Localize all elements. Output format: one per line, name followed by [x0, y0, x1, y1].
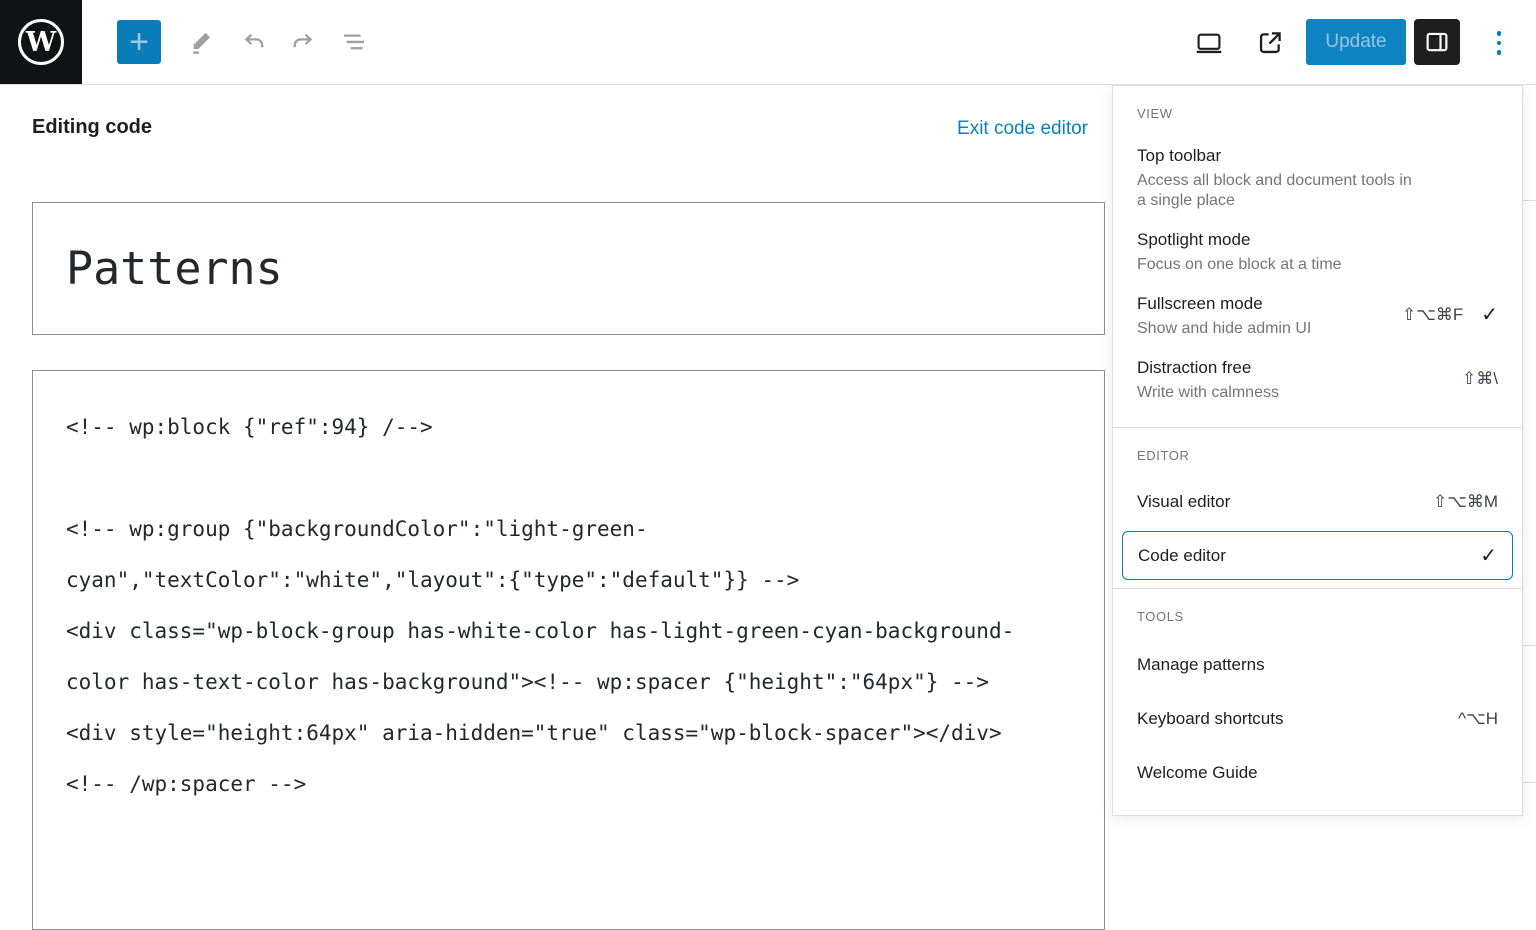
- code-editor-textarea[interactable]: <!-- wp:block {"ref":94} /--> <!-- wp:gr…: [32, 370, 1105, 930]
- menu-item-text: Code editor: [1138, 543, 1226, 569]
- check-icon: ✓: [1481, 304, 1498, 326]
- behind-panel-divider: [1523, 645, 1536, 646]
- menu-item-fullscreen-mode[interactable]: Fullscreen mode Show and hide admin UI ⇧⌥⌘…: [1113, 283, 1522, 347]
- menu-item-visual-editor[interactable]: Visual editor ⇧⌥⌘M: [1113, 477, 1522, 527]
- menu-item-label: Distraction free: [1137, 358, 1252, 377]
- menu-item-label: Welcome Guide: [1137, 763, 1258, 782]
- menu-item-code-editor[interactable]: Code editor ✓: [1122, 531, 1513, 580]
- menu-item-label: Manage patterns: [1137, 655, 1265, 674]
- pencil-icon: [193, 32, 210, 54]
- options-menu: VIEW Top toolbar Access all block and docu…: [1112, 85, 1523, 816]
- options-menu-button[interactable]: [1486, 24, 1512, 62]
- code-line: <!-- /wp:spacer -->: [66, 772, 307, 796]
- editing-code-heading: Editing code: [32, 116, 152, 138]
- post-title-text: Patterns: [66, 242, 283, 295]
- list-view-icon: [344, 34, 364, 50]
- keyboard-shortcut: ⇧⌥⌘F: [1402, 305, 1464, 324]
- settings-panel-toggle[interactable]: [1414, 19, 1460, 65]
- menu-item-text: Top toolbar Access all block and document…: [1137, 143, 1422, 211]
- code-line: cyan","textColor":"white","layout":{"typ…: [66, 568, 800, 592]
- menu-item-label: Visual editor: [1137, 492, 1231, 511]
- menu-section-label: EDITOR: [1137, 448, 1190, 463]
- menu-item-label: Spotlight mode: [1137, 230, 1251, 249]
- menu-item-label: Top toolbar: [1137, 146, 1222, 165]
- behind-panel-divider: [1523, 782, 1536, 783]
- menu-item-help: Write with calmness: [1137, 384, 1279, 401]
- block-inserter-button[interactable]: +: [117, 20, 161, 64]
- keyboard-shortcut: ⇧⌘\: [1462, 369, 1498, 388]
- code-line: <div style="height:64px" aria-hidden="tr…: [66, 721, 1002, 745]
- kebab-icon: [1496, 31, 1502, 36]
- sidebar-icon: [1426, 32, 1448, 52]
- update-button[interactable]: Update: [1306, 19, 1406, 65]
- menu-item-meta: ⇧⌥⌘M: [1433, 492, 1498, 512]
- menu-item-meta: ✓: [1480, 546, 1497, 566]
- menu-item-meta: ^⌥H: [1458, 709, 1498, 729]
- menu-item-keyboard-shortcuts[interactable]: Keyboard shortcuts ^⌥H: [1113, 692, 1522, 746]
- keyboard-shortcut: ^⌥H: [1458, 709, 1498, 728]
- menu-item-text: Fullscreen mode Show and hide admin UI: [1137, 291, 1311, 339]
- menu-item-help: Access all block and document tools in a…: [1137, 172, 1412, 209]
- menu-item-text: Manage patterns: [1137, 652, 1265, 678]
- menu-item-meta: ⇧⌥⌘F ✓: [1402, 305, 1498, 325]
- check-icon: ✓: [1480, 544, 1497, 567]
- exit-code-editor-link[interactable]: Exit code editor: [957, 118, 1088, 140]
- menu-item-text: Distraction free Write with calmness: [1137, 355, 1279, 403]
- code-line: <div class="wp-block-group has-white-col…: [66, 619, 1015, 643]
- menu-group-view: VIEW Top toolbar Access all block and docu…: [1113, 86, 1522, 427]
- menu-item-text: Spotlight mode Focus on one block at a ti…: [1137, 227, 1342, 275]
- redo-icon: [293, 33, 313, 48]
- menu-item-label: Code editor: [1138, 545, 1226, 565]
- behind-panel-divider: [1523, 200, 1536, 201]
- menu-section-label: VIEW: [1137, 106, 1173, 121]
- menu-item-text: Keyboard shortcuts: [1137, 706, 1283, 732]
- view-post-button[interactable]: [1251, 24, 1289, 62]
- code-line: color has-text-color has-background"><!-…: [66, 670, 989, 694]
- menu-group-tools: TOOLS Manage patterns Keyboard shortcuts ^⌥…: [1113, 588, 1522, 815]
- undo-button[interactable]: [234, 24, 272, 62]
- menu-item-meta: ⇧⌘\: [1462, 369, 1498, 389]
- menu-item-text: Welcome Guide: [1137, 760, 1258, 786]
- menu-group-editor: EDITOR Visual editor ⇧⌥⌘M Code editor ✓: [1113, 427, 1522, 588]
- menu-item-top-toolbar[interactable]: Top toolbar Access all block and document…: [1113, 135, 1522, 219]
- undo-icon: [244, 33, 264, 48]
- external-link-icon: [1259, 32, 1281, 54]
- preview-button[interactable]: [1190, 24, 1228, 62]
- laptop-icon: [1196, 33, 1222, 54]
- list-view-button[interactable]: [335, 24, 373, 62]
- menu-item-text: Visual editor: [1137, 489, 1230, 515]
- menu-item-manage-patterns[interactable]: Manage patterns: [1113, 638, 1522, 692]
- wordpress-logo-icon: W: [18, 19, 64, 65]
- menu-item-distraction-free[interactable]: Distraction free Write with calmness ⇧⌘\: [1113, 347, 1522, 411]
- menu-item-label: Keyboard shortcuts: [1137, 709, 1284, 728]
- post-title-field[interactable]: Patterns: [32, 202, 1105, 335]
- tools-button[interactable]: [183, 24, 221, 62]
- menu-item-spotlight-mode[interactable]: Spotlight mode Focus on one block at a ti…: [1113, 219, 1522, 283]
- code-line: <!-- wp:block {"ref":94} /-->: [66, 415, 433, 439]
- plus-icon: +: [129, 23, 149, 61]
- keyboard-shortcut: ⇧⌥⌘M: [1433, 492, 1498, 511]
- editor-toolbar: W + Update: [0, 0, 1536, 85]
- code-line: <!-- wp:group {"backgroundColor":"light-…: [66, 517, 648, 541]
- wordpress-menu-tile[interactable]: W: [0, 0, 82, 84]
- menu-item-welcome-guide[interactable]: Welcome Guide: [1113, 746, 1522, 800]
- menu-item-help: Focus on one block at a time: [1137, 256, 1342, 273]
- redo-button[interactable]: [285, 24, 323, 62]
- menu-section-label: TOOLS: [1137, 609, 1184, 624]
- menu-item-label: Fullscreen mode: [1137, 294, 1263, 313]
- menu-item-help: Show and hide admin UI: [1137, 320, 1312, 337]
